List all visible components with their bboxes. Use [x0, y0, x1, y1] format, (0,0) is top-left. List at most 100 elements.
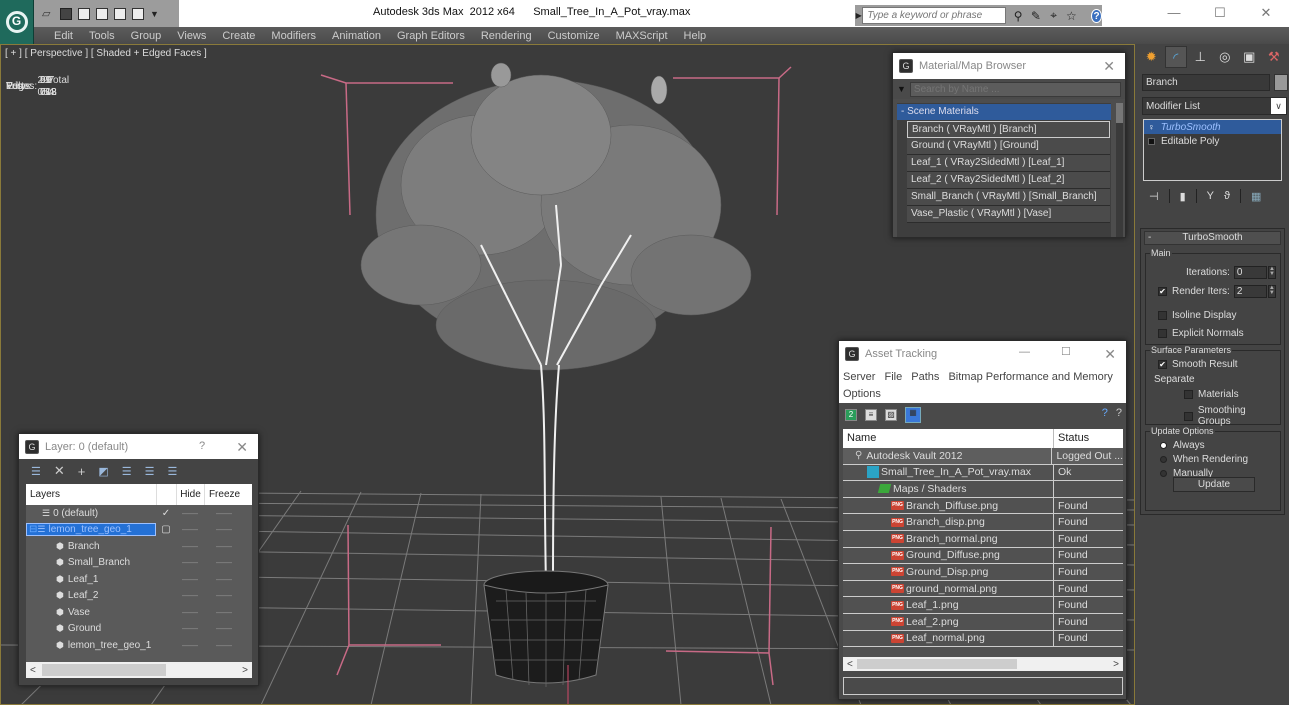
delete-layer-icon[interactable]: ✕ [54, 463, 65, 479]
update-button[interactable]: Update [1173, 477, 1255, 492]
options-dropdown-icon[interactable]: ▼ [897, 84, 906, 94]
asset-row[interactable]: PNG Leaf_2.png Found [843, 613, 1123, 631]
column-header-freeze[interactable]: Freeze [204, 484, 244, 505]
display-tab-icon[interactable]: ▣ [1238, 46, 1261, 68]
freeze-toggle[interactable]: —— [204, 608, 244, 617]
freeze-toggle[interactable]: —— [204, 575, 244, 584]
viewport-label[interactable]: [ + ] [ Perspective ] [ Shaded + Edged F… [5, 48, 207, 59]
manually-radio[interactable] [1160, 470, 1167, 477]
rollout-header[interactable]: - TurboSmooth [1144, 231, 1281, 245]
hide-toggle[interactable]: —— [176, 558, 204, 567]
menu-server[interactable]: Server [843, 371, 875, 383]
menu-customize[interactable]: Customize [540, 30, 608, 42]
menu-help[interactable]: Help [676, 30, 715, 42]
explicit-normals-checkbox[interactable] [1158, 329, 1167, 338]
menu-maxscript[interactable]: MAXScript [608, 30, 676, 42]
hide-all-icon[interactable]: ☰ [145, 465, 155, 478]
menu-paths[interactable]: Paths [911, 371, 939, 383]
hide-toggle[interactable]: —— [176, 641, 204, 650]
material-search-input[interactable] [909, 81, 1121, 97]
asset-row[interactable]: PNG Branch_disp.png Found [843, 514, 1123, 531]
stack-item-editable-poly[interactable]: Editable Poly [1144, 134, 1281, 148]
column-header-hide[interactable]: Hide [176, 484, 204, 505]
when-rendering-radio[interactable] [1160, 456, 1167, 463]
menu-group[interactable]: Group [123, 30, 170, 42]
keyword-search-input[interactable] [862, 7, 1007, 24]
spinner-arrows[interactable]: ▲ ▼ [1267, 266, 1276, 279]
utilities-tab-icon[interactable]: ⚒ [1263, 46, 1286, 68]
hide-toggle[interactable]: —— [176, 542, 204, 551]
dropdown-icon[interactable]: ▼ [150, 8, 162, 20]
isoline-display-checkbox[interactable] [1158, 311, 1167, 320]
object-name-field[interactable]: Branch [1142, 74, 1270, 91]
menu-options[interactable]: Options [843, 388, 881, 400]
minimize-icon[interactable]: — [1019, 346, 1030, 358]
menu-bitmap-performance[interactable]: Bitmap Performance and Memory [948, 371, 1112, 383]
object-row[interactable]: ⬢ Leaf_1 —— —— [26, 571, 252, 588]
undo-icon[interactable] [114, 7, 126, 20]
hide-toggle[interactable]: —— [176, 591, 204, 600]
group-scene-materials[interactable]: - Scene Materials [897, 104, 1111, 120]
freeze-toggle[interactable]: —— [204, 591, 244, 600]
menu-graph-editors[interactable]: Graph Editors [389, 30, 473, 42]
dialog-titlebar[interactable]: G Material/Map Browser ✕ [893, 53, 1125, 79]
freeze-toggle[interactable]: —— [204, 542, 244, 551]
modifier-list-dropdown[interactable]: Modifier List ∨ [1142, 97, 1287, 115]
freeze-toggle[interactable]: —— [204, 525, 244, 534]
materials-checkbox[interactable] [1184, 390, 1193, 399]
scroll-right-icon[interactable]: > [242, 665, 248, 676]
menu-file[interactable]: File [884, 371, 902, 383]
material-item[interactable]: Leaf_1 ( VRay2SidedMtl ) [Leaf_1] [907, 155, 1110, 172]
hide-toggle[interactable]: —— [176, 608, 204, 617]
hide-toggle[interactable]: —— [176, 624, 204, 633]
asset-row[interactable]: PNG Leaf_1.png Found [843, 597, 1123, 614]
menu-animation[interactable]: Animation [324, 30, 389, 42]
freeze-toggle[interactable]: —— [204, 624, 244, 633]
favorites-star-icon[interactable]: ☆ [1065, 9, 1077, 23]
minimize-button[interactable]: — [1151, 0, 1197, 27]
binoculars-icon[interactable]: ⚲ [1012, 9, 1024, 23]
menu-views[interactable]: Views [169, 30, 214, 42]
app-menu-button[interactable]: G [0, 0, 34, 44]
freeze-toggle[interactable]: —— [204, 509, 244, 518]
menu-tools[interactable]: Tools [81, 30, 123, 42]
create-layer-icon[interactable]: ☰ [31, 465, 41, 478]
configure-sets-icon[interactable]: ▦ [1251, 190, 1261, 203]
asset-row[interactable]: Maps / Shaders [843, 481, 1123, 498]
add-to-layer-icon[interactable]: + [78, 464, 86, 479]
object-row[interactable]: ⬢ Vase —— —— [26, 604, 252, 621]
chevron-down-icon[interactable]: ∨ [1271, 98, 1286, 114]
vertical-scrollbar[interactable] [1116, 103, 1123, 237]
always-radio[interactable] [1160, 442, 1167, 449]
dialog-titlebar[interactable]: G Asset Tracking — ☐ ✕ [839, 341, 1126, 367]
render-iters-checkbox[interactable]: ✔ [1158, 287, 1167, 296]
help-button[interactable]: ? [1091, 8, 1102, 23]
asset-row[interactable]: PNG Leaf_normal.png Found [843, 630, 1123, 648]
refresh-icon[interactable]: 2 [845, 408, 857, 421]
close-button[interactable]: ✕ [1243, 0, 1289, 27]
maximize-icon[interactable]: ☐ [1061, 345, 1071, 358]
menu-create[interactable]: Create [214, 30, 263, 42]
menu-rendering[interactable]: Rendering [473, 30, 540, 42]
communication-icon[interactable]: ⌖ [1048, 8, 1060, 23]
save-file-icon[interactable] [60, 7, 72, 20]
help-icon[interactable]: ? [1102, 407, 1108, 419]
asset-row[interactable]: PNG Branch_Diffuse.png Found [843, 497, 1123, 515]
object-color-swatch[interactable] [1274, 74, 1288, 91]
material-item[interactable]: Vase_Plastic ( VRayMtl ) [Vase] [907, 206, 1110, 223]
maximize-button[interactable]: ☐ [1197, 0, 1243, 27]
menu-modifiers[interactable]: Modifiers [263, 30, 324, 42]
iterations-spinner[interactable]: 0 [1233, 266, 1267, 279]
asset-row[interactable]: PNG Ground_Disp.png Found [843, 564, 1123, 581]
remove-modifier-icon[interactable]: ϑ [1224, 190, 1230, 202]
table-view-icon[interactable]: ▦ [905, 406, 921, 423]
new-file-icon[interactable] [78, 7, 90, 20]
scroll-thumb[interactable] [857, 659, 1017, 669]
horizontal-scrollbar[interactable]: < > [26, 662, 252, 678]
asset-row[interactable]: ⚲ Autodesk Vault 2012 Logged Out ... [843, 448, 1123, 465]
subscription-icon[interactable]: ✎ [1030, 9, 1042, 23]
object-row[interactable]: ⬢ Small_Branch —— —— [26, 555, 252, 572]
layer-row[interactable]: ⊟ ☰ lemon_tree_geo_1 ▢ —— —— [26, 522, 252, 539]
expand-arrow-icon[interactable]: ▶ [855, 11, 862, 20]
stack-item-turbosmooth[interactable]: ♀ TurboSmooth [1144, 120, 1281, 134]
